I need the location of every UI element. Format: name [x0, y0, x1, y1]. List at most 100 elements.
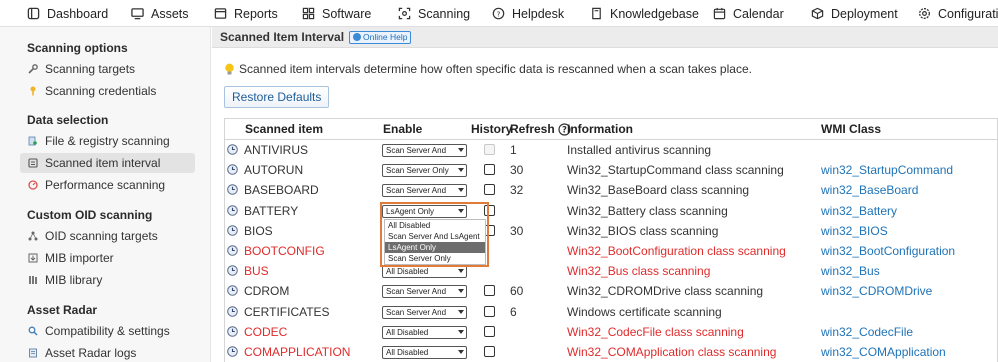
nav-dashboard[interactable]: Dashboard [26, 0, 108, 26]
sidebar-item-mib-library[interactable]: MIB library [20, 270, 195, 290]
sidebar-item-scanned-item-interval[interactable]: Scanned item interval [20, 153, 195, 173]
history-checkbox[interactable] [484, 346, 495, 357]
sidebar-item-oid-scanning-targets[interactable]: OID scanning targets [20, 226, 195, 246]
box-icon [810, 7, 824, 21]
nav-deployment[interactable]: Deployment [810, 0, 898, 26]
column-header[interactable]: WMI Class [821, 119, 881, 139]
enable-select[interactable]: Scan Server And [382, 305, 467, 319]
sidebar-item-compatibility-settings[interactable]: Compatibility & settings [20, 321, 195, 341]
enable-select[interactable]: All Disabled [382, 346, 467, 359]
refresh-value[interactable]: 6 [510, 305, 517, 319]
enable-dropdown-list[interactable]: All Disabled Scan Server And LsAgent LsA… [384, 219, 486, 265]
chevron-down-icon [458, 309, 464, 314]
enable-select[interactable]: Scan Server And [382, 184, 467, 198]
sidebar-item-mib-importer[interactable]: MIB importer [20, 248, 195, 268]
enable-select-value: Scan Server Only [386, 166, 449, 176]
nav-configuration[interactable]: Configuration [917, 0, 998, 26]
sidebar-item-scanning-targets[interactable]: Scanning targets [20, 59, 195, 79]
clock-icon[interactable] [227, 346, 238, 357]
sidebar-item-performance-scanning[interactable]: Performance scanning [20, 175, 195, 195]
enable-select[interactable]: Scan Server And [382, 285, 467, 299]
history-checkbox[interactable] [484, 184, 495, 196]
nav-scanning[interactable]: Scanning [397, 0, 470, 26]
refresh-value[interactable]: 60 [510, 284, 523, 298]
clock-icon[interactable] [227, 164, 238, 175]
nav-helpdesk[interactable]: ? Helpdesk [491, 0, 564, 26]
refresh-value[interactable]: 1 [510, 143, 517, 157]
reports-icon [213, 7, 227, 21]
dropdown-option[interactable]: Scan Server And LsAgent [385, 231, 485, 242]
wmi-class-link[interactable]: win32_CodecFile [821, 325, 913, 339]
refresh-value[interactable]: 30 [510, 224, 523, 238]
nav-reports[interactable]: Reports [213, 0, 278, 26]
sidebar-item-file-registry-scanning[interactable]: File & registry scanning [20, 131, 195, 151]
column-header[interactable]: History [471, 119, 512, 139]
chevron-down-icon [458, 148, 464, 152]
clock-icon[interactable] [227, 265, 238, 276]
dashboard-icon [26, 7, 40, 21]
column-header[interactable]: Scanned item [245, 119, 323, 139]
scanned-item-name: CDROM [244, 284, 290, 299]
wmi-class-link[interactable]: win32_BaseBoard [821, 183, 918, 197]
wmi-class-link[interactable]: win32_Battery [821, 204, 897, 218]
clock-icon[interactable] [227, 325, 238, 337]
scanned-item-name: BASEBOARD [244, 183, 319, 198]
wmi-class-link[interactable]: win32_BIOS [821, 224, 888, 238]
sidebar-item-asset-radar-logs[interactable]: Asset Radar logs [20, 343, 195, 362]
enable-select[interactable]: Scan Server And [382, 144, 467, 157]
enable-select-value: Scan Server And [386, 146, 447, 155]
table-row: BASEBOARD Scan Server And 32 Win32_BaseBoar… [225, 180, 998, 200]
refresh-value[interactable]: 30 [510, 163, 523, 177]
enable-select[interactable]: All Disabled [382, 325, 467, 339]
scanned-item-name: CODEC [244, 324, 288, 339]
wmi-class-link[interactable]: win32_COMApplication [821, 345, 946, 359]
nav-assets[interactable]: Assets [130, 0, 189, 26]
log-icon [28, 348, 38, 358]
sidebar-item-scanning-credentials[interactable]: Scanning credentials [20, 81, 195, 101]
network-icon [28, 231, 38, 241]
wmi-class-link[interactable]: win32_CDROMDrive [821, 284, 932, 298]
column-header-refresh[interactable]: Refresh ? [510, 119, 571, 139]
restore-defaults-button[interactable]: Restore Defaults [224, 86, 330, 108]
chevron-down-icon [458, 350, 464, 354]
dropdown-option-selected[interactable]: LsAgent Only [385, 242, 485, 253]
svg-text:?: ? [562, 125, 567, 135]
clock-icon[interactable] [227, 245, 238, 256]
dropdown-option[interactable]: All Disabled [385, 220, 485, 231]
sidebar-section-title: Scanning options [27, 41, 128, 55]
enable-select[interactable]: All Disabled [382, 265, 467, 279]
wmi-class-link[interactable]: win32_StartupCommand [821, 163, 953, 177]
refresh-value[interactable]: 32 [510, 183, 523, 197]
nav-knowledgebase[interactable]: Knowledgebase [589, 0, 699, 26]
enable-select[interactable]: Scan Server Only [382, 164, 467, 178]
clock-icon[interactable] [227, 224, 238, 236]
page-title: Scanned Item Interval [220, 30, 345, 44]
column-header[interactable]: Enable [383, 119, 422, 139]
help-icon: ? [491, 7, 505, 21]
table-row: BATTERY LsAgent Only Win32_Battery class s… [225, 201, 998, 221]
table-row: CDROM Scan Server And 60 Win32_CDROMDrive c… [225, 281, 998, 301]
scanned-items-table: Scanned item Enable History Refresh ? In… [224, 118, 998, 362]
chevron-down-icon [458, 269, 464, 274]
interval-icon [28, 158, 38, 168]
clock-icon[interactable] [227, 204, 238, 216]
clock-icon[interactable] [227, 305, 238, 317]
history-checkbox[interactable] [484, 325, 495, 337]
nav-calendar[interactable]: Calendar [712, 0, 784, 26]
column-header[interactable]: Information [567, 119, 633, 139]
online-help-button[interactable]: Online Help [349, 30, 412, 44]
info-message: Scanned item intervals determine how oft… [224, 62, 752, 76]
sidebar-section-title: Data selection [27, 113, 109, 127]
clock-icon[interactable] [227, 285, 238, 297]
history-checkbox[interactable] [484, 305, 495, 317]
table-row: BUS All Disabled Win32_Bus class scanning w… [225, 261, 998, 281]
history-checkbox[interactable] [484, 285, 495, 297]
dropdown-option[interactable]: Scan Server Only [385, 253, 485, 264]
wmi-class-link[interactable]: win32_BootConfiguration [821, 244, 955, 258]
clock-icon[interactable] [227, 144, 238, 155]
clock-icon[interactable] [227, 184, 238, 196]
wmi-class-link[interactable]: win32_Bus [821, 264, 880, 278]
library-icon [28, 275, 38, 285]
nav-software[interactable]: Software [301, 0, 371, 26]
history-checkbox[interactable] [484, 164, 495, 176]
